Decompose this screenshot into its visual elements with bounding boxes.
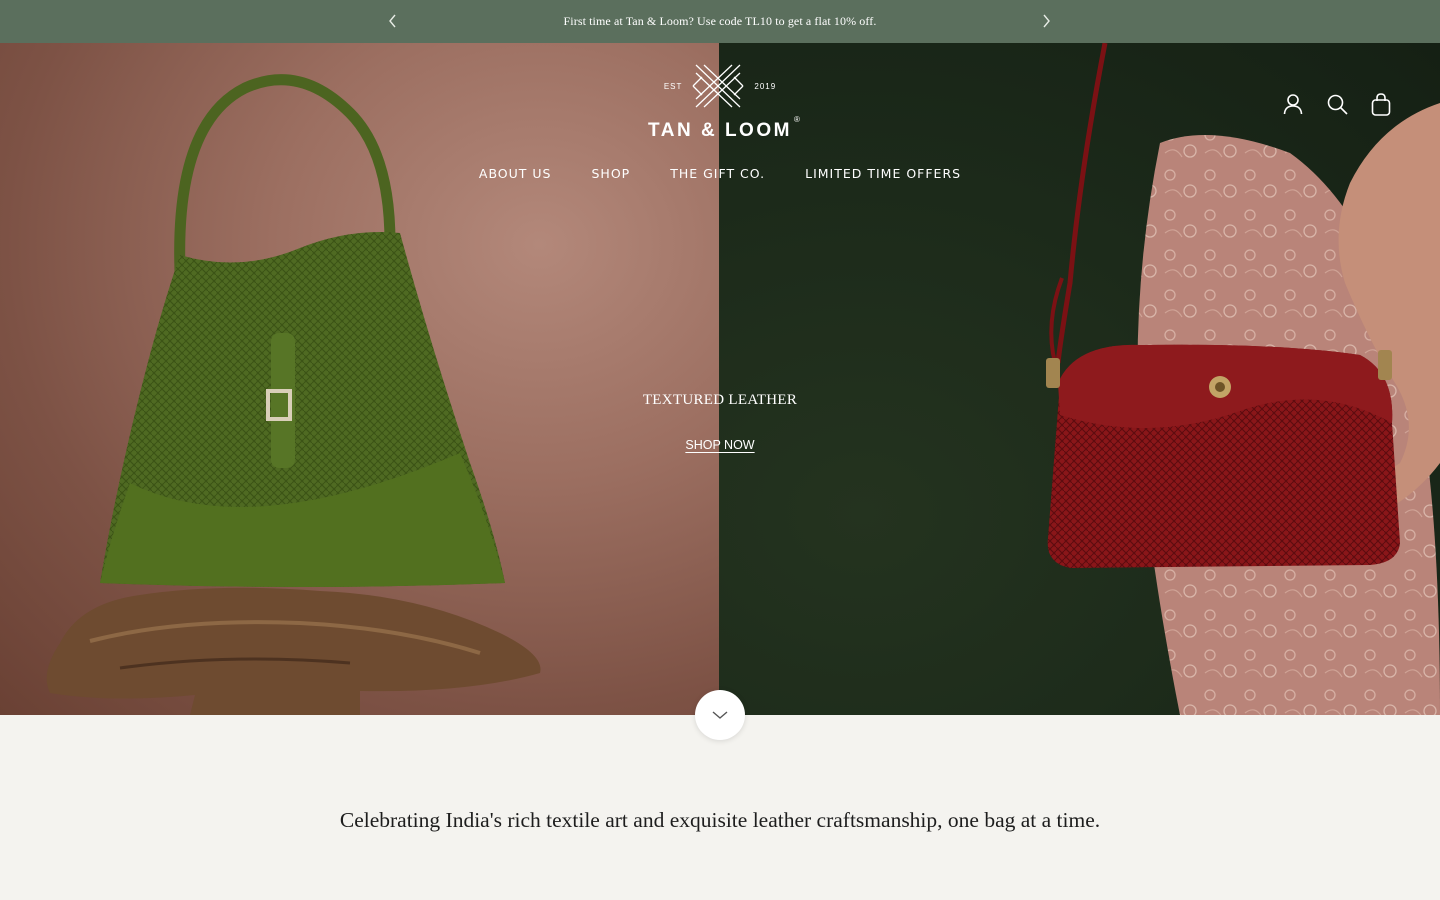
site-logo[interactable]: EST 2019 TAN & LOOM ® <box>640 58 800 150</box>
main-navigation: ABOUT US SHOP THE GIFT CO. LIMITED TIME … <box>0 166 1440 186</box>
logo-est-label: EST <box>663 81 683 91</box>
announcement-next-button[interactable] <box>1036 11 1056 31</box>
cart-button[interactable] <box>1370 92 1392 116</box>
logo-loom-mark-icon <box>692 64 744 108</box>
brand-tagline: Celebrating India's rich textile art and… <box>339 808 1101 832</box>
search-icon <box>1327 94 1348 115</box>
logo-wordmark: TAN & LOOM ® <box>648 115 800 142</box>
account-icon <box>1283 94 1303 115</box>
slide-title: TEXTURED LEATHER <box>642 392 798 408</box>
header-actions <box>1282 92 1392 116</box>
logo-wordmark-text: TAN & LOOM <box>648 120 792 141</box>
announcement-prev-button[interactable] <box>383 11 403 31</box>
logo-year-label: 2019 <box>754 81 777 91</box>
cart-icon <box>1371 92 1391 116</box>
chevron-right-icon <box>1043 14 1050 28</box>
slide-cta-wrap: SHOP NOW <box>0 436 1440 454</box>
scroll-down-button[interactable] <box>695 690 745 740</box>
chevron-down-icon <box>712 711 728 719</box>
nav-item-about-us[interactable]: ABOUT US <box>479 166 552 186</box>
shop-now-link[interactable]: SHOP NOW <box>685 438 754 452</box>
nav-item-shop[interactable]: SHOP <box>591 166 630 186</box>
search-button[interactable] <box>1326 92 1348 116</box>
chevron-left-icon <box>389 14 396 28</box>
nav-item-gift-co[interactable]: THE GIFT CO. <box>670 166 765 186</box>
account-button[interactable] <box>1282 92 1304 116</box>
announcement-text: First time at Tan & Loom? Use code TL10 … <box>563 14 877 28</box>
logo-mark-row: EST 2019 <box>664 58 776 114</box>
logo-registered-mark: ® <box>794 115 800 124</box>
announcement-bar: First time at Tan & Loom? Use code TL10 … <box>0 0 1440 43</box>
nav-item-limited-offers[interactable]: LIMITED TIME OFFERS <box>805 166 961 186</box>
